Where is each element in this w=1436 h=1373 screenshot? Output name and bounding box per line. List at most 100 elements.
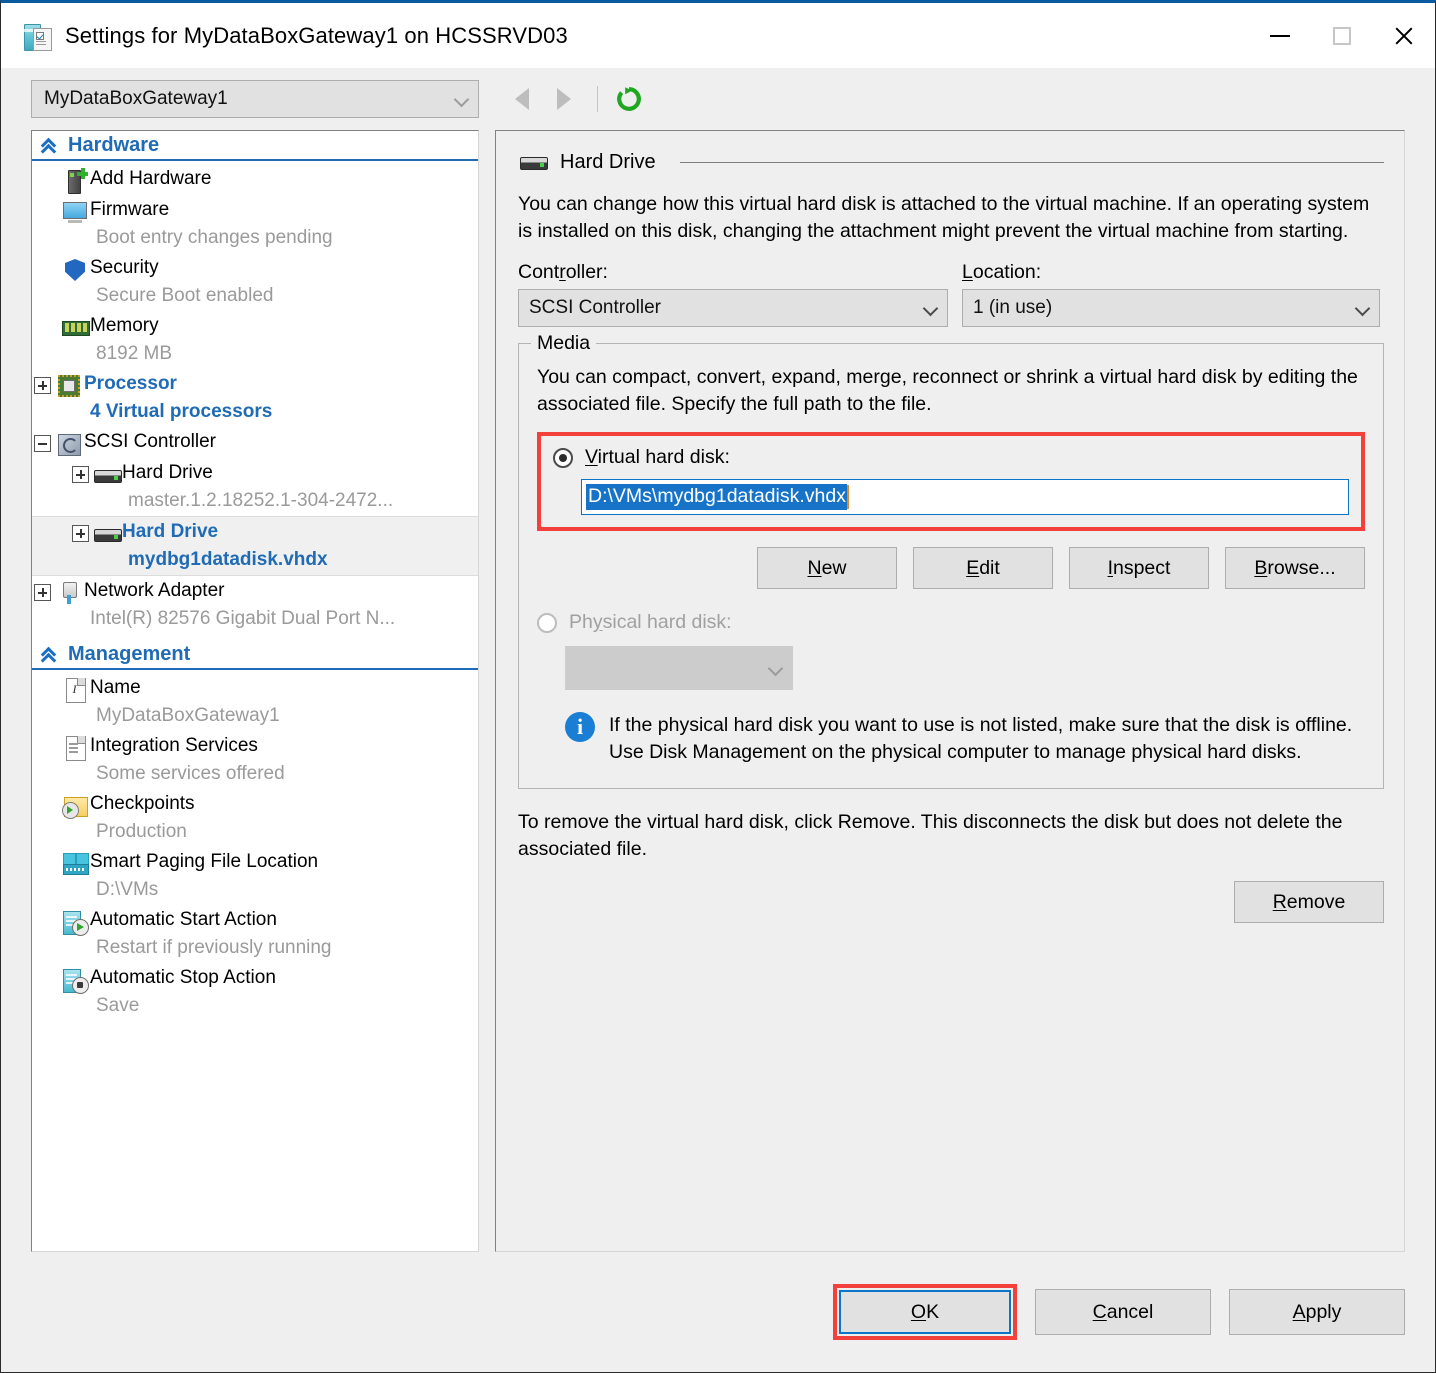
hard-drive-icon xyxy=(92,521,122,547)
window-title: Settings for MyDataBoxGateway1 on HCSSRV… xyxy=(65,22,568,48)
sidebar-item-label: Memory xyxy=(90,315,159,336)
sidebar-item-smart-paging-file-location[interactable]: Smart Paging File Location D:\VMs xyxy=(32,847,478,905)
sidebar-item-label: Security xyxy=(90,257,159,278)
controller-value: SCSI Controller xyxy=(529,297,661,318)
sidebar-item-automatic-start-action[interactable]: Automatic Start Action Restart if previo… xyxy=(32,905,478,963)
edit-button[interactable]: Edit xyxy=(913,547,1053,589)
cancel-button[interactable]: Cancel xyxy=(1035,1289,1211,1335)
toolbar-separator xyxy=(597,86,598,112)
virtual-hard-disk-path-value: D:\VMs\mydbg1datadisk.vhdx xyxy=(586,484,847,510)
section-header-management[interactable]: Management xyxy=(32,640,478,670)
sidebar-item-scsi-controller[interactable]: SCSI Controller xyxy=(32,427,478,458)
sidebar-item-processor[interactable]: Processor 4 Virtual processors xyxy=(32,369,478,427)
maximize-icon xyxy=(1333,26,1351,45)
settings-vm-icon xyxy=(23,21,53,51)
sidebar-item-integration-services[interactable]: Integration Services Some services offer… xyxy=(32,731,478,789)
ok-button-annotation: OK xyxy=(833,1284,1017,1340)
automatic-start-icon xyxy=(60,909,90,936)
chevron-down-icon xyxy=(455,93,468,106)
sidebar-item-firmware[interactable]: Firmware Boot entry changes pending xyxy=(32,195,478,253)
media-buttons-row: New Edit Inspect Browse... xyxy=(537,547,1365,589)
expander-placeholder xyxy=(38,911,60,933)
physical-hard-disk-label: Physical hard disk: xyxy=(569,611,732,633)
location-label: Location: xyxy=(962,261,1042,283)
expand-hard-drive-icon[interactable] xyxy=(70,464,92,486)
sidebar-item-label: Automatic Start Action xyxy=(90,909,277,930)
refresh-icon[interactable] xyxy=(616,86,642,112)
collapse-scsi-icon[interactable] xyxy=(32,433,54,455)
expand-hard-drive-icon[interactable] xyxy=(70,523,92,545)
remove-button-row: Remove xyxy=(518,881,1384,923)
apply-button[interactable]: Apply xyxy=(1229,1289,1405,1335)
sidebar-item-subtext: 8192 MB xyxy=(96,343,173,364)
sidebar-item-hard-drive-mydbg1datadisk[interactable]: Hard Drive mydbg1datadisk.vhdx xyxy=(32,516,478,576)
physical-disk-info: i If the physical hard disk you want to … xyxy=(565,712,1365,766)
expander-placeholder xyxy=(38,317,60,339)
sidebar-item-memory[interactable]: Memory 8192 MB xyxy=(32,311,478,369)
inspect-button[interactable]: Inspect xyxy=(1069,547,1209,589)
expand-network-adapter-icon[interactable] xyxy=(32,582,54,604)
virtual-hard-disk-label: Virtual hard disk: xyxy=(585,446,730,468)
virtual-hard-disk-radio-row[interactable]: Virtual hard disk: xyxy=(553,446,1349,469)
panel-description: You can change how this virtual hard dis… xyxy=(518,193,1370,242)
sidebar-item-network-adapter[interactable]: Network Adapter Intel(R) 82576 Gigabit D… xyxy=(32,576,478,634)
settings-navigation-tree[interactable]: Hardware Add Hardware Firmware Boot entr… xyxy=(31,130,479,1252)
expander-placeholder xyxy=(38,795,60,817)
sidebar-item-subtext: mydbg1datadisk.vhdx xyxy=(128,549,328,570)
network-adapter-icon xyxy=(54,580,84,606)
expand-processor-icon[interactable] xyxy=(32,375,54,397)
page-title: Hard Drive xyxy=(560,150,656,173)
sidebar-item-automatic-stop-action[interactable]: Automatic Stop Action Save xyxy=(32,963,478,1021)
chevron-double-up-icon xyxy=(40,136,60,159)
memory-icon xyxy=(60,315,90,341)
vm-selector-value: MyDataBoxGateway1 xyxy=(44,88,228,109)
name-document-icon: I xyxy=(60,677,90,703)
title-bar: Settings for MyDataBoxGateway1 on HCSSRV… xyxy=(1,3,1435,68)
expander-placeholder xyxy=(38,201,60,223)
sidebar-item-subtext: Some services offered xyxy=(96,763,285,784)
controller-field: Controller: SCSI Controller xyxy=(518,261,948,327)
sidebar-item-subtext: Secure Boot enabled xyxy=(96,285,274,306)
physical-hard-disk-radio-row[interactable]: Physical hard disk: xyxy=(537,611,1365,634)
new-button[interactable]: New xyxy=(757,547,897,589)
close-button[interactable] xyxy=(1373,3,1435,68)
remove-button[interactable]: Remove xyxy=(1234,881,1384,923)
hard-drive-settings-panel: Hard Drive You can change how this virtu… xyxy=(495,130,1405,1252)
maximize-button[interactable] xyxy=(1311,3,1373,68)
section-header-hardware[interactable]: Hardware xyxy=(32,131,478,161)
location-dropdown[interactable]: 1 (in use) xyxy=(962,289,1380,327)
sidebar-item-add-hardware[interactable]: Add Hardware xyxy=(32,164,478,195)
media-legend: Media xyxy=(531,332,597,355)
text-cursor xyxy=(846,485,849,509)
sidebar-item-label: Add Hardware xyxy=(90,168,212,189)
physical-hard-disk-radio[interactable] xyxy=(537,612,557,633)
sidebar-item-name[interactable]: I Name MyDataBoxGateway1 xyxy=(32,673,478,731)
minimize-icon xyxy=(1270,34,1290,37)
sidebar-item-label: Firmware xyxy=(90,199,170,220)
controller-dropdown[interactable]: SCSI Controller xyxy=(518,289,948,327)
sidebar-item-subtext: Production xyxy=(96,821,187,842)
sidebar-item-security[interactable]: Security Secure Boot enabled xyxy=(32,253,478,311)
physical-disk-info-text: If the physical hard disk you want to us… xyxy=(609,714,1353,763)
browse-button[interactable]: Browse... xyxy=(1225,547,1365,589)
forward-arrow-icon[interactable] xyxy=(557,88,571,110)
media-description: You can compact, convert, expand, merge,… xyxy=(537,366,1358,415)
minimize-button[interactable] xyxy=(1249,3,1311,68)
chevron-down-icon xyxy=(1356,302,1369,315)
ok-button[interactable]: OK xyxy=(839,1290,1011,1334)
sidebar-item-checkpoints[interactable]: Checkpoints Production xyxy=(32,789,478,847)
sidebar-item-subtext: Intel(R) 82576 Gigabit Dual Port N... xyxy=(90,608,396,629)
sidebar-item-hard-drive-master[interactable]: Hard Drive master.1.2.18252.1-304-2472..… xyxy=(32,458,478,516)
remove-note: To remove the virtual hard disk, click R… xyxy=(518,811,1343,860)
sidebar-item-label: Hard Drive xyxy=(122,462,213,483)
hard-drive-icon xyxy=(518,149,548,175)
vm-selector-dropdown[interactable]: MyDataBoxGateway1 xyxy=(31,80,479,118)
sidebar-item-subtext: Boot entry changes pending xyxy=(96,227,333,248)
sidebar-item-subtext: MyDataBoxGateway1 xyxy=(96,705,280,726)
sidebar-item-label: Smart Paging File Location xyxy=(90,851,319,872)
smart-paging-icon xyxy=(60,851,90,877)
back-arrow-icon[interactable] xyxy=(515,88,529,110)
hard-drive-icon xyxy=(92,462,122,488)
virtual-hard-disk-path-input[interactable]: D:\VMs\mydbg1datadisk.vhdx xyxy=(581,479,1349,515)
virtual-hard-disk-radio[interactable] xyxy=(553,447,573,468)
